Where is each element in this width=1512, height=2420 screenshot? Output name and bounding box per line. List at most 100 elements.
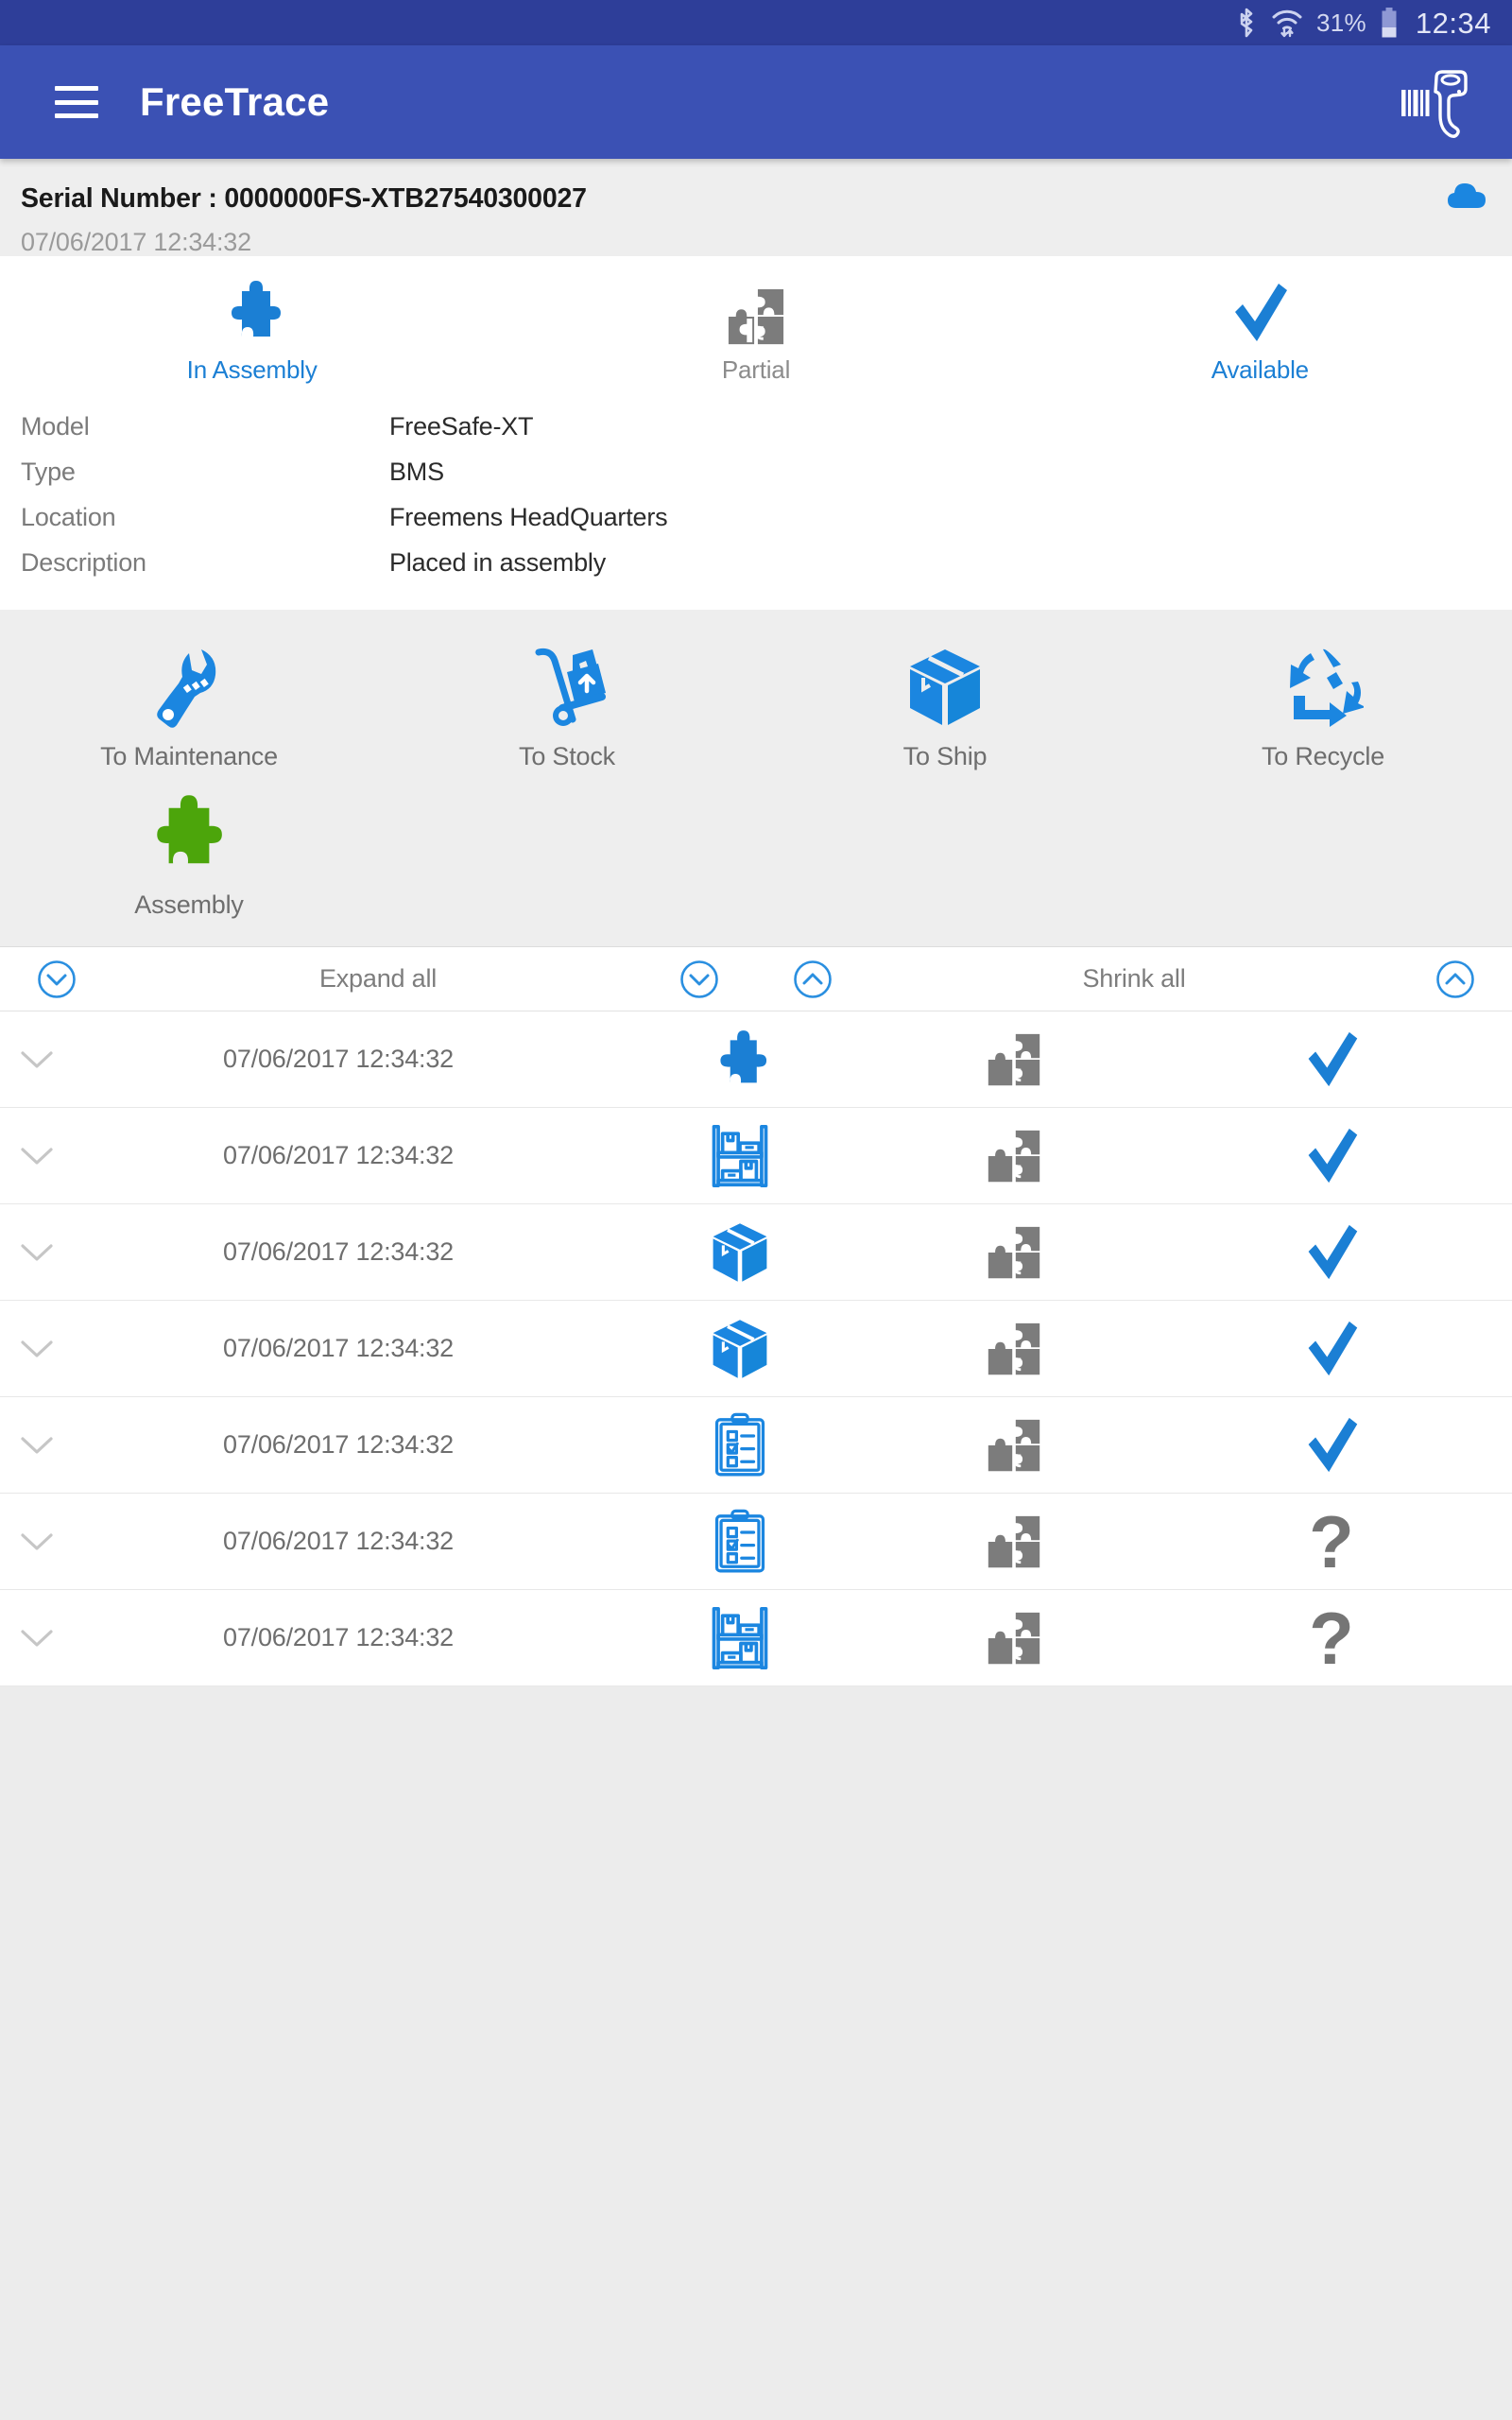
- detail-list: Model FreeSafe-XT Type BMS Location Free…: [0, 389, 1512, 585]
- serial-date-label: 07/06/2017 12:34:32: [21, 228, 251, 256]
- status-partial[interactable]: Partial: [504, 274, 1007, 385]
- row-timestamp: 07/06/2017 12:34:32: [223, 1045, 454, 1073]
- partial-puzzle-gray-icon: [987, 1129, 1041, 1184]
- row-partial-icon: [877, 1418, 1151, 1473]
- chevron-down-icon: [19, 1241, 55, 1264]
- row-event-icon: [603, 1219, 877, 1287]
- action-to-maintenance[interactable]: To Maintenance: [0, 631, 378, 779]
- barcode-scanner-icon[interactable]: [1389, 57, 1480, 147]
- action-to-ship[interactable]: To Ship: [756, 631, 1134, 779]
- history-rows: 07/06/2017 12:34:32 07/06/2017 12:34:32 07…: [0, 1011, 1512, 1686]
- table-row[interactable]: 07/06/2017 12:34:32: [0, 1011, 1512, 1108]
- check-blue-icon: [1228, 274, 1291, 346]
- status-label: Available: [1211, 355, 1309, 384]
- detail-value: Placed in assembly: [389, 547, 607, 577]
- partial-puzzle-gray-icon: [987, 1514, 1041, 1569]
- partial-puzzle-gray-icon: [987, 1032, 1041, 1087]
- bluetooth-icon: [1235, 8, 1258, 38]
- question-mark-gray-icon: ?: [1309, 1596, 1354, 1680]
- check-blue-icon: [1302, 1414, 1361, 1477]
- chevron-down-icon: [19, 1048, 55, 1071]
- hamburger-menu-icon[interactable]: [55, 86, 98, 118]
- status-label: In Assembly: [186, 355, 318, 384]
- row-status-icon: [1151, 1221, 1512, 1284]
- chevron-down-icon: [19, 1627, 55, 1650]
- detail-label: Description: [21, 547, 146, 577]
- detail-value: FreeSafe-XT: [389, 411, 534, 441]
- row-timestamp: 07/06/2017 12:34:32: [223, 1141, 454, 1169]
- row-timestamp: 07/06/2017 12:34:32: [223, 1527, 454, 1555]
- row-event-icon: [603, 1123, 877, 1189]
- shrink-all-label[interactable]: Shrink all: [869, 964, 1399, 994]
- action-label: Assembly: [134, 890, 244, 919]
- row-partial-icon: [877, 1322, 1151, 1376]
- row-timestamp: 07/06/2017 12:34:32: [223, 1623, 454, 1651]
- partial-puzzle-gray-icon: [987, 1225, 1041, 1280]
- action-label: To Recycle: [1261, 742, 1385, 770]
- recycle-icon: [1282, 644, 1364, 731]
- history-section: Expand all Shrink all 07/06/2017 12:34:3…: [0, 946, 1512, 1686]
- action-to-recycle[interactable]: To Recycle: [1134, 631, 1512, 779]
- wrench-icon: [148, 644, 230, 731]
- row-event-icon: [603, 1509, 877, 1575]
- row-status-icon: [1151, 1125, 1512, 1187]
- row-status-icon: [1151, 1414, 1512, 1477]
- check-blue-icon: [1302, 1221, 1361, 1284]
- box-icon: [904, 644, 986, 731]
- box-icon: [709, 1315, 771, 1383]
- table-row[interactable]: 07/06/2017 12:34:32?: [0, 1590, 1512, 1686]
- status-icons-row: In Assembly Partial Available: [0, 277, 1512, 389]
- chevron-down-icon: [19, 1434, 55, 1457]
- clipboard-checklist-icon: [713, 1412, 767, 1478]
- detail-row: Model FreeSafe-XT: [0, 404, 1512, 449]
- chevron-up-circle-icon[interactable]: [1399, 959, 1512, 1000]
- row-expand-chevron-icon[interactable]: [0, 1627, 74, 1650]
- row-event-icon: [603, 1028, 877, 1092]
- clipboard-checklist-icon: [713, 1509, 767, 1575]
- row-status-icon: ?: [1151, 1505, 1512, 1579]
- row-partial-icon: [877, 1514, 1151, 1569]
- chevron-down-icon: [19, 1530, 55, 1553]
- partial-puzzle-gray-icon: [987, 1418, 1041, 1473]
- status-available[interactable]: Available: [1008, 274, 1512, 385]
- check-blue-icon: [1302, 1318, 1361, 1380]
- action-assembly[interactable]: Assembly: [0, 779, 378, 927]
- row-event-icon: [603, 1605, 877, 1671]
- actions-grid: To Maintenance To Stock To Ship To Recyc…: [0, 631, 1512, 927]
- chevron-down-circle-icon[interactable]: [643, 959, 756, 1000]
- row-status-icon: [1151, 1318, 1512, 1380]
- check-blue-icon: [1302, 1125, 1361, 1187]
- partial-puzzle-gray-icon: [727, 274, 785, 346]
- detail-value: Freemens HeadQuarters: [389, 502, 668, 531]
- chevron-down-icon: [19, 1145, 55, 1167]
- partial-puzzle-gray-icon: [987, 1611, 1041, 1666]
- check-blue-icon: [1302, 1028, 1361, 1091]
- row-expand-chevron-icon[interactable]: [0, 1241, 74, 1264]
- wifi-icon: [1271, 8, 1303, 38]
- actions-panel: To Maintenance To Stock To Ship To Recyc…: [0, 610, 1512, 946]
- row-expand-chevron-icon[interactable]: [0, 1048, 74, 1071]
- action-to-stock[interactable]: To Stock: [378, 631, 756, 779]
- table-row[interactable]: 07/06/2017 12:34:32?: [0, 1494, 1512, 1590]
- expand-all-label[interactable]: Expand all: [113, 964, 643, 994]
- chevron-up-circle-icon[interactable]: [756, 959, 869, 1000]
- table-row[interactable]: 07/06/2017 12:34:32: [0, 1108, 1512, 1204]
- detail-row: Type BMS: [0, 449, 1512, 494]
- table-row[interactable]: 07/06/2017 12:34:32: [0, 1204, 1512, 1301]
- battery-icon: [1380, 7, 1399, 39]
- question-mark-gray-icon: ?: [1309, 1499, 1354, 1583]
- chevron-down-circle-icon[interactable]: [0, 959, 113, 1000]
- warehouse-shelf-icon: [709, 1123, 771, 1189]
- detail-label: Type: [21, 457, 76, 486]
- status-in-assembly[interactable]: In Assembly: [0, 274, 504, 385]
- row-partial-icon: [877, 1032, 1151, 1087]
- row-expand-chevron-icon[interactable]: [0, 1145, 74, 1167]
- detail-value: BMS: [389, 457, 444, 486]
- row-expand-chevron-icon[interactable]: [0, 1434, 74, 1457]
- row-event-icon: [603, 1315, 877, 1383]
- row-expand-chevron-icon[interactable]: [0, 1530, 74, 1553]
- table-row[interactable]: 07/06/2017 12:34:32: [0, 1397, 1512, 1494]
- table-row[interactable]: 07/06/2017 12:34:32: [0, 1301, 1512, 1397]
- row-expand-chevron-icon[interactable]: [0, 1338, 74, 1360]
- action-label: To Stock: [519, 742, 615, 770]
